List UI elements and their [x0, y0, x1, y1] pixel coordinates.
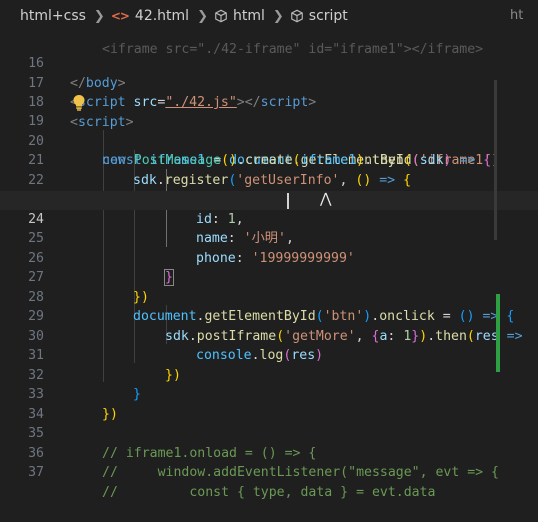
code-line: 32 }	[28, 367, 141, 403]
text-cursor	[287, 192, 289, 209]
code-line-current: 24 name: '小明', ⋀	[0, 190, 538, 246]
code-line: 35 // iframe1.onload = () => {	[28, 426, 317, 461]
scrollbar-marker	[494, 80, 497, 240]
code-line: 31 })	[28, 348, 181, 383]
ibeam-pointer-icon: ⋀	[320, 190, 332, 207]
code-editor[interactable]: <iframe src="./42-iframe" id="iframe1"><…	[0, 32, 538, 500]
code-line: 19 const iframe1 = document.getElementBy…	[0, 93, 538, 168]
code-line: 23 id: 1,	[28, 192, 244, 227]
code-line: 29 sdk.postIframe('getMore', {a: 1}).the…	[28, 309, 523, 344]
code-line: 17 <script src="./42.js"></script>	[28, 75, 317, 111]
code-line: 22 return {	[0, 152, 538, 209]
code-line: 25 phone: '19999999999'	[28, 231, 355, 266]
code-line: 21 sdk.register('getUserInfo', () => {	[28, 153, 412, 188]
code-line: 33 })	[28, 387, 118, 422]
code-line: 26 }	[28, 250, 174, 287]
code-line: 37 // const { type, data } = evt.data	[28, 465, 436, 500]
code-line: 18 <script>	[28, 95, 134, 130]
code-line: 16 </body>	[28, 56, 126, 91]
code-line: 27 })	[28, 270, 149, 305]
code-line: 36 // window.addEventListener("message",…	[28, 445, 499, 481]
code-line: 34	[28, 406, 44, 422]
git-change-marker	[496, 294, 500, 372]
code-line: 20 new PostMessage().create(iframe1).the…	[28, 133, 492, 169]
code-line: 28 document.getElementById('btn').onclic…	[28, 289, 515, 325]
lightbulb-icon[interactable]	[72, 94, 86, 111]
code-line: 30 console.log(res)	[28, 328, 324, 364]
